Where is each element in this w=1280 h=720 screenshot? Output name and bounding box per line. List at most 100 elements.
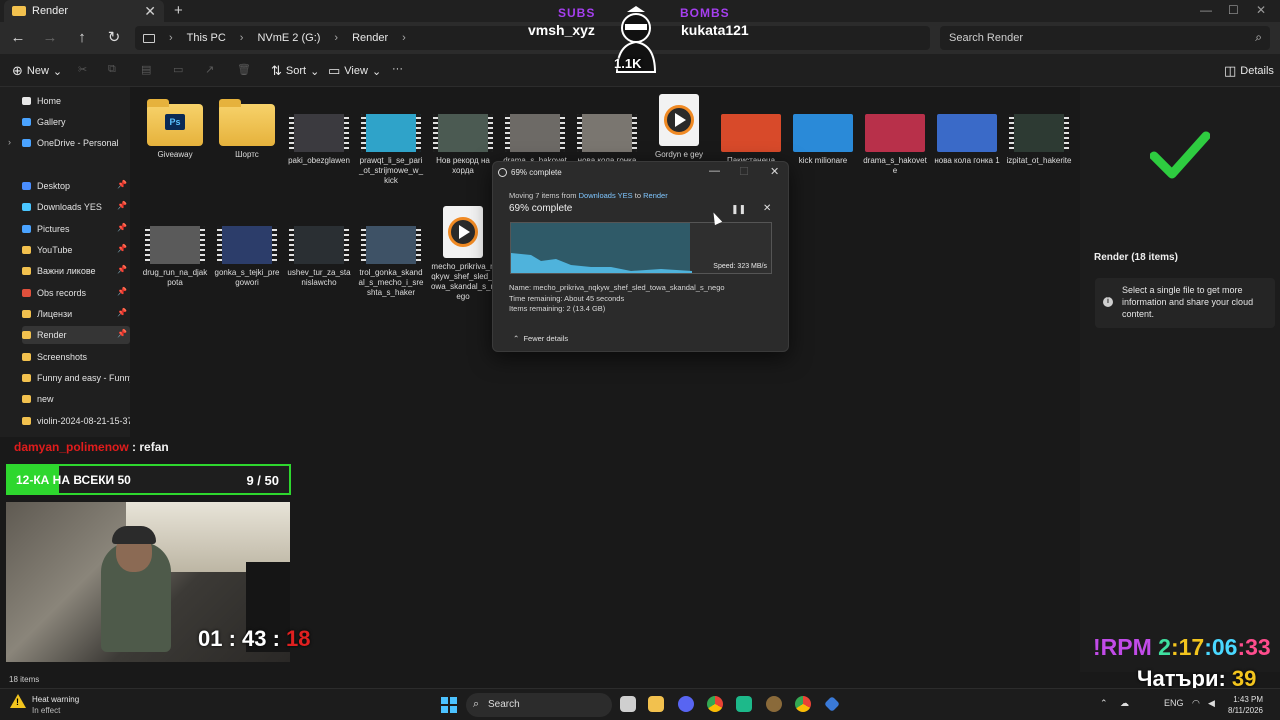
- sidebar-item[interactable]: Screenshots: [22, 348, 130, 366]
- file-item[interactable]: mecho_prikriva_nqkyw_shef_sled_towa_skan…: [430, 206, 496, 302]
- sort-button[interactable]: ⇅ Sort ⌄: [271, 63, 319, 79]
- pin-icon[interactable]: 📌: [117, 308, 127, 317]
- sidebar-item[interactable]: YouTube: [22, 241, 130, 259]
- wifi-icon[interactable]: ◠: [1192, 698, 1200, 709]
- discord-icon[interactable]: [678, 696, 694, 712]
- rename-icon[interactable]: ▭: [173, 63, 183, 76]
- file-item[interactable]: Gordyn e gey: [646, 94, 712, 160]
- sidebar-item[interactable]: Downloads YES: [22, 198, 130, 216]
- pause-icon[interactable]: ❚❚: [731, 204, 746, 215]
- close-window-button[interactable]: ✕: [1256, 3, 1266, 17]
- volume-icon[interactable]: ◀: [1208, 698, 1215, 709]
- file-item[interactable]: Нов рекорд на хорда: [430, 98, 496, 176]
- file-item[interactable]: kick milionare: [790, 98, 856, 166]
- chevron-right-icon[interactable]: ›: [169, 32, 173, 44]
- file-item[interactable]: Пакистанеца: [718, 98, 784, 166]
- new-tab-button[interactable]: +: [174, 2, 183, 19]
- tab-render[interactable]: Render ✕: [4, 0, 164, 22]
- file-item[interactable]: izpitat_ot_hakerite: [1006, 98, 1072, 166]
- weather-widget[interactable]: ! Heat warning In effect: [10, 694, 79, 716]
- language-indicator[interactable]: ENG: [1164, 698, 1184, 708]
- copy-icon[interactable]: ⧉: [108, 63, 116, 76]
- pin-icon[interactable]: 📌: [117, 201, 127, 210]
- file-item[interactable]: prawqt_li_se_pari_ot_strijmowe_w_kick: [358, 98, 424, 186]
- file-item[interactable]: gonka_s_tejki_pregowori: [214, 210, 280, 288]
- dialog-title: 69% complete: [511, 168, 562, 177]
- expand-chevron-icon[interactable]: ›: [8, 137, 11, 147]
- pin-icon[interactable]: 📌: [117, 287, 127, 296]
- chevron-up-icon[interactable]: ⌃: [1100, 698, 1108, 709]
- breadcrumb-this-pc[interactable]: This PC: [187, 32, 226, 44]
- file-item[interactable]: Ps Giveaway: [142, 98, 208, 160]
- rpm-frames: :33: [1237, 634, 1271, 660]
- maximize-button[interactable]: ☐: [1228, 3, 1239, 17]
- dialog-maximize-button[interactable]: ☐: [739, 165, 749, 178]
- pin-icon[interactable]: 📌: [117, 329, 127, 338]
- breadcrumb-drive[interactable]: NVmE 2 (G:): [257, 32, 320, 44]
- pin-icon[interactable]: 📌: [117, 244, 127, 253]
- pin-icon[interactable]: 📌: [117, 265, 127, 274]
- task-view-icon[interactable]: [620, 696, 636, 712]
- file-item[interactable]: drama_s_hakovete: [862, 98, 928, 176]
- file-item[interactable]: нова кола гонка: [574, 98, 640, 166]
- file-explorer-icon[interactable]: [648, 696, 664, 712]
- dialog-minimize-button[interactable]: —: [709, 165, 720, 177]
- paste-icon[interactable]: ▤: [141, 63, 151, 76]
- chevron-right-icon[interactable]: ›: [402, 32, 406, 44]
- minimize-button[interactable]: —: [1200, 3, 1212, 17]
- details-button[interactable]: ◫ Details: [1224, 63, 1274, 79]
- search-input[interactable]: Search Render ⌕: [940, 26, 1270, 50]
- pin-icon[interactable]: 📌: [117, 180, 127, 189]
- app-icon[interactable]: [824, 696, 840, 712]
- file-item[interactable]: drug_run_na_djakpota: [142, 210, 208, 288]
- dialog-close-button[interactable]: ✕: [770, 165, 779, 178]
- sidebar-item[interactable]: Obs records: [22, 284, 130, 302]
- file-item[interactable]: paki_obezglawen: [286, 98, 352, 166]
- sidebar-item[interactable]: Лицензи: [22, 305, 130, 323]
- file-item[interactable]: trol_gonka_skandal_s_mecho_i_sreshta_s_h…: [358, 210, 424, 298]
- game-app-icon[interactable]: [766, 696, 782, 712]
- sidebar-item[interactable]: Gallery: [22, 113, 130, 131]
- sidebar-item[interactable]: Render: [22, 326, 130, 344]
- sidebar-item-label: Downloads YES: [37, 202, 102, 212]
- up-icon[interactable]: ↑: [72, 28, 92, 48]
- pin-icon[interactable]: 📌: [117, 223, 127, 232]
- sidebar-item[interactable]: Desktop: [22, 177, 130, 195]
- destination-link[interactable]: Render: [643, 191, 668, 200]
- chevron-right-icon[interactable]: ›: [334, 32, 338, 44]
- file-item[interactable]: ushev_tur_za_stanislawcho: [286, 210, 352, 288]
- taskbar-search[interactable]: ⌕ Search: [466, 693, 612, 717]
- details-info-text: Select a single file to get more informa…: [1122, 285, 1254, 319]
- chevron-right-icon[interactable]: ›: [240, 32, 244, 44]
- share-icon[interactable]: ↗: [205, 63, 214, 76]
- chrome-icon[interactable]: [707, 696, 723, 712]
- sidebar-item[interactable]: new: [22, 390, 130, 408]
- fewer-details-toggle[interactable]: ⌃ Fewer details: [513, 334, 568, 343]
- refresh-icon[interactable]: ↻: [104, 28, 124, 48]
- close-tab-icon[interactable]: ✕: [144, 3, 156, 20]
- network-app-icon[interactable]: ☁: [1120, 698, 1129, 709]
- back-icon[interactable]: ←: [8, 28, 28, 48]
- view-button[interactable]: ▭ View ⌄: [328, 63, 381, 79]
- start-button[interactable]: [441, 697, 457, 713]
- sidebar-item[interactable]: violin-2024-08-21-15-37-4: [22, 412, 130, 430]
- file-item[interactable]: Шортс: [214, 98, 280, 160]
- file-item[interactable]: нова кола гонка 1: [934, 98, 1000, 166]
- audio-app-icon[interactable]: [736, 696, 752, 712]
- sidebar-item[interactable]: OneDrive - Personal: [22, 134, 130, 152]
- cut-icon[interactable]: ✂: [78, 63, 87, 76]
- more-options-button[interactable]: ···: [392, 63, 403, 75]
- forward-icon[interactable]: →: [40, 28, 60, 48]
- cancel-icon[interactable]: ✕: [763, 203, 771, 214]
- breadcrumb-render[interactable]: Render: [352, 32, 388, 44]
- sidebar-item[interactable]: Важни ликове: [22, 262, 130, 280]
- chrome-icon[interactable]: [795, 696, 811, 712]
- clock[interactable]: 1:43 PM 8/11/2026: [1228, 694, 1263, 716]
- new-button[interactable]: ⊕ New ⌄: [12, 63, 62, 79]
- sidebar-item[interactable]: Home: [22, 92, 130, 110]
- sidebar-item[interactable]: Pictures: [22, 220, 130, 238]
- source-link[interactable]: Downloads YES: [579, 191, 633, 200]
- sidebar-item[interactable]: Funny and easy - Funny 20: [22, 369, 130, 387]
- delete-icon[interactable]: 🗑: [237, 63, 251, 76]
- video-thumbnail: [145, 226, 205, 264]
